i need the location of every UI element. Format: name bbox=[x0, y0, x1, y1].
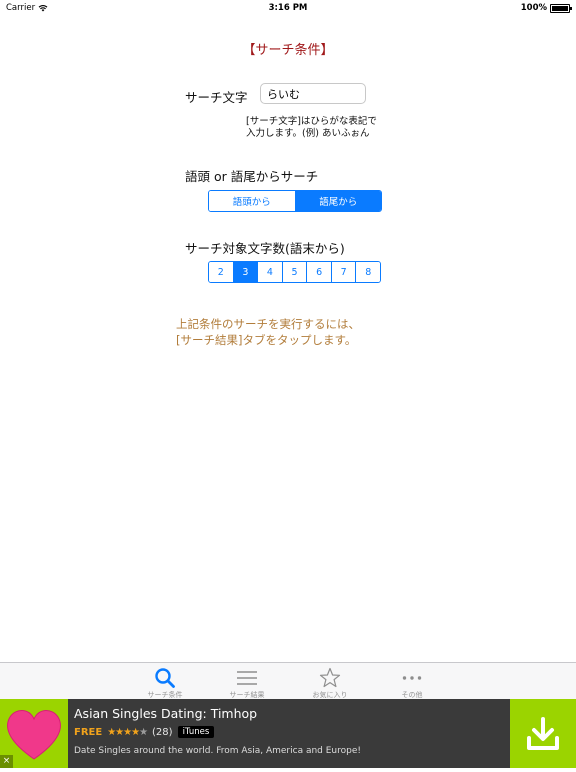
hint-line-1: [サーチ文字]はひらがな表記で bbox=[246, 116, 377, 127]
battery-icon bbox=[550, 3, 572, 13]
count-segment-2[interactable]: 3 bbox=[232, 262, 258, 282]
tab-search-conditions[interactable]: サーチ条件 bbox=[130, 663, 200, 700]
download-icon bbox=[527, 716, 559, 750]
tab-favorites[interactable]: お気に入り bbox=[295, 663, 365, 700]
count-segment-6[interactable]: 7 bbox=[330, 262, 356, 282]
ad-close-button[interactable]: × bbox=[0, 755, 13, 768]
search-label: サーチ文字 bbox=[185, 90, 248, 105]
count-segment-1[interactable]: 2 bbox=[209, 262, 233, 282]
search-icon bbox=[155, 668, 175, 688]
note-line-2: [サーチ結果]タブをタップします。 bbox=[176, 333, 357, 347]
count-segment-3[interactable]: 4 bbox=[257, 262, 282, 282]
count-segment-4[interactable]: 5 bbox=[281, 262, 307, 282]
count-segment-7[interactable]: 8 bbox=[355, 262, 380, 282]
ad-banner[interactable]: × Asian Singles Dating: Timhop FREE ★★★★… bbox=[0, 699, 576, 768]
count-label: サーチ対象文字数(語末から) bbox=[185, 241, 345, 256]
position-segmented-control: 語頭から 語尾から bbox=[208, 190, 382, 212]
status-bar: Carrier 3:16 PM 100% bbox=[0, 0, 576, 16]
position-segment-1[interactable]: 語頭から bbox=[209, 191, 295, 211]
ad-rating-count: (28) bbox=[152, 726, 173, 738]
position-segment-2[interactable]: 語尾から bbox=[294, 191, 381, 211]
search-input[interactable] bbox=[260, 83, 366, 104]
tab-more[interactable]: その他 bbox=[377, 663, 447, 700]
note-line-1: 上記条件のサーチを実行するには、 bbox=[176, 317, 360, 331]
position-label: 語頭 or 語尾からサーチ bbox=[185, 169, 319, 184]
search-hint: [サーチ文字]はひらがな表記で 入力します。(例) あいふぉん bbox=[246, 116, 377, 140]
page-title: 【サーチ条件】 bbox=[242, 43, 334, 58]
count-segmented-control: 2345678 bbox=[208, 261, 381, 283]
status-time: 3:16 PM bbox=[268, 3, 308, 13]
more-icon bbox=[402, 676, 422, 680]
list-icon bbox=[237, 671, 257, 685]
rating-stars-icon: ★★★★★ bbox=[107, 726, 148, 738]
tab-bar: サーチ条件 サーチ結果 お気に入り その他 bbox=[0, 662, 576, 700]
battery-percent: 100% bbox=[520, 3, 547, 13]
ad-title: Asian Singles Dating: Timhop bbox=[74, 706, 258, 721]
star-icon bbox=[319, 667, 341, 688]
hint-line-2: 入力します。(例) あいふぉん bbox=[246, 128, 370, 139]
ad-description: Date Singles around the world. From Asia… bbox=[74, 746, 362, 756]
count-segment-5[interactable]: 6 bbox=[306, 262, 331, 282]
instruction-note: 上記条件のサーチを実行するには、 [サーチ結果]タブをタップします。 bbox=[176, 316, 360, 348]
ad-app-icon[interactable]: × bbox=[0, 699, 68, 768]
ad-store-badge: iTunes bbox=[177, 726, 215, 738]
ad-price: FREE bbox=[74, 726, 103, 738]
ad-download-button[interactable] bbox=[510, 699, 576, 768]
tab-search-results[interactable]: サーチ結果 bbox=[212, 663, 282, 700]
